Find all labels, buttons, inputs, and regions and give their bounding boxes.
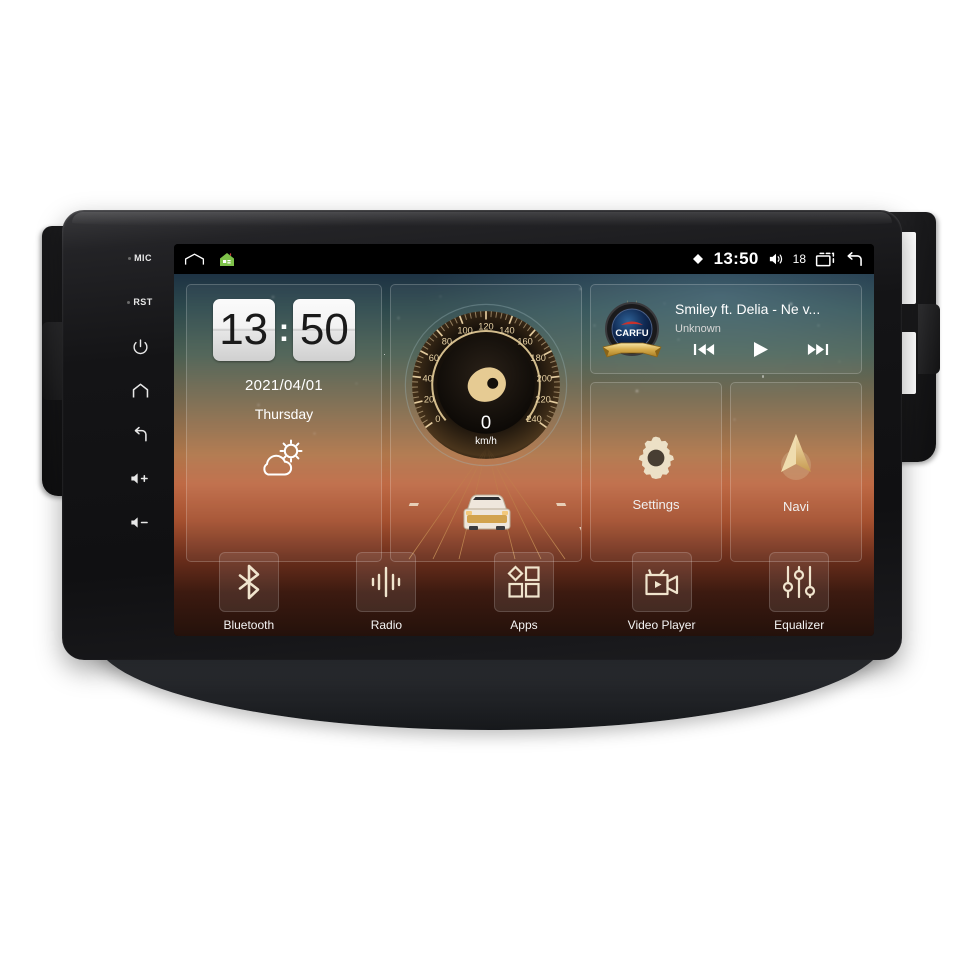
power-key[interactable] [118,324,162,368]
svg-text:180: 180 [530,353,545,363]
road-illustration [391,441,581,561]
clock-widget[interactable]: 13 : 50 2021/04/01 Thursday [186,284,382,562]
svg-text:160: 160 [517,336,532,346]
dock-label-radio: Radio [370,618,403,632]
back-arrow-icon [134,426,147,441]
svg-text:220: 220 [535,395,550,405]
home-icon [132,383,148,397]
volume-up-icon [131,472,148,484]
car-illustration [463,494,511,530]
volume-up-key[interactable] [118,456,162,500]
product-photo-canvas: { "device": { "bezel_keys": [ {"name": "… [0,0,960,960]
reset-key[interactable]: RST [118,280,162,324]
play-button[interactable] [752,341,770,358]
settings-tile-label: Settings [632,496,680,512]
navigation-arrow-icon [781,433,811,480]
svg-text:120: 120 [478,322,493,332]
dock-item-equalizer[interactable]: Equalizer [747,552,851,632]
speed-value: 0 [481,412,491,433]
music-track-artist: Unknown [675,322,721,335]
volume-level: 18 [792,252,806,266]
home-outline-icon[interactable] [184,252,205,266]
svg-text:200: 200 [537,374,552,384]
volume-down-key[interactable] [118,500,162,544]
back-arrow-icon[interactable] [844,251,864,267]
home-key[interactable] [118,368,162,412]
svg-text:40: 40 [422,374,432,384]
dock-label-equalizer: Equalizer [774,618,825,632]
status-bar-clock: 13:50 [713,249,759,268]
dock-item-bluetooth[interactable]: Bluetooth [197,552,301,632]
dock-label-bluetooth: Bluetooth [223,618,275,632]
dock-label-apps: Apps [510,618,538,632]
gear-icon [638,436,674,479]
svg-text:20: 20 [424,395,434,405]
sun-behind-cloud-icon [263,439,303,476]
reset-key-label: RST [133,297,153,307]
bracket-tab [918,304,940,374]
flip-clock: 13 : 50 [187,299,381,361]
mic-key-label: MIC [134,253,152,263]
svg-text:100: 100 [457,325,472,335]
equalizer-sliders-icon [783,565,816,599]
bracket-tab [42,322,64,400]
music-player-widget[interactable]: CARFU Smiley ft. Delia - Ne v... Unknown [590,284,862,374]
svg-text:80: 80 [442,336,452,346]
road-perspective-grid [408,446,581,560]
back-key[interactable] [118,412,162,456]
android-status-bar: 13:50 18 [174,244,874,274]
volume-icon[interactable] [768,252,784,266]
radio-waveform-icon [372,566,401,598]
clock-date: 2021/04/01 [244,377,324,394]
mic-key[interactable]: MIC [118,236,162,280]
volume-down-icon [131,516,148,528]
clock-weekday: Thursday [254,406,314,422]
clock-hours: 13 [212,299,275,361]
app-dock: Bluetooth Radio Apps Video Player Equali… [174,552,874,632]
music-track-title: Smiley ft. Delia - Ne v... [675,300,821,317]
video-camera-icon [644,569,678,596]
head-unit-device: MIC RST 13:50 18 13: 50 2021/04/01 Thur… [40,200,940,730]
svg-text:0: 0 [435,414,440,424]
clock-minutes: 50 [293,299,356,361]
signal-diamond-icon [691,252,705,266]
dock-item-radio[interactable]: Radio [334,552,438,632]
carfu-logo-text: CARFU [615,328,648,339]
navi-tile-label: Navi [782,498,809,514]
weather-widget[interactable] [187,438,381,478]
apps-grid-icon [507,565,540,598]
navi-tile[interactable]: Navi [730,382,862,562]
speedometer-widget[interactable]: 0 20 40 60 80 100 120 140 160 180 200 220 240 0 km/h [390,284,582,562]
bluetooth-icon [238,564,260,600]
settings-tile[interactable]: Settings [590,382,722,562]
dock-label-video-player: Video Player [627,618,696,632]
touchscreen-display[interactable]: 13:50 18 13: 50 2021/04/01 Thursday 0 2… [174,244,874,636]
bezel-key-column: MIC RST [114,236,166,556]
widget-layer: 13 : 50 2021/04/01 Thursday 0 20 40 60 8… [174,274,874,636]
dock-item-video-player[interactable]: Video Player [610,552,714,632]
next-track-button[interactable] [807,342,829,357]
clock-separator: : [278,311,290,348]
head-unit-body: MIC RST 13:50 18 13: 50 2021/04/01 Thur… [62,210,902,660]
svg-text:140: 140 [499,325,514,335]
power-icon [132,338,148,354]
green-house-app-icon[interactable] [219,252,235,267]
dock-item-apps[interactable]: Apps [472,552,576,632]
previous-track-button[interactable] [693,342,715,357]
svg-text:60: 60 [429,353,439,363]
svg-text:240: 240 [526,414,541,424]
recents-icon[interactable] [815,252,835,267]
carfu-badge-logo: CARFU [599,293,665,365]
